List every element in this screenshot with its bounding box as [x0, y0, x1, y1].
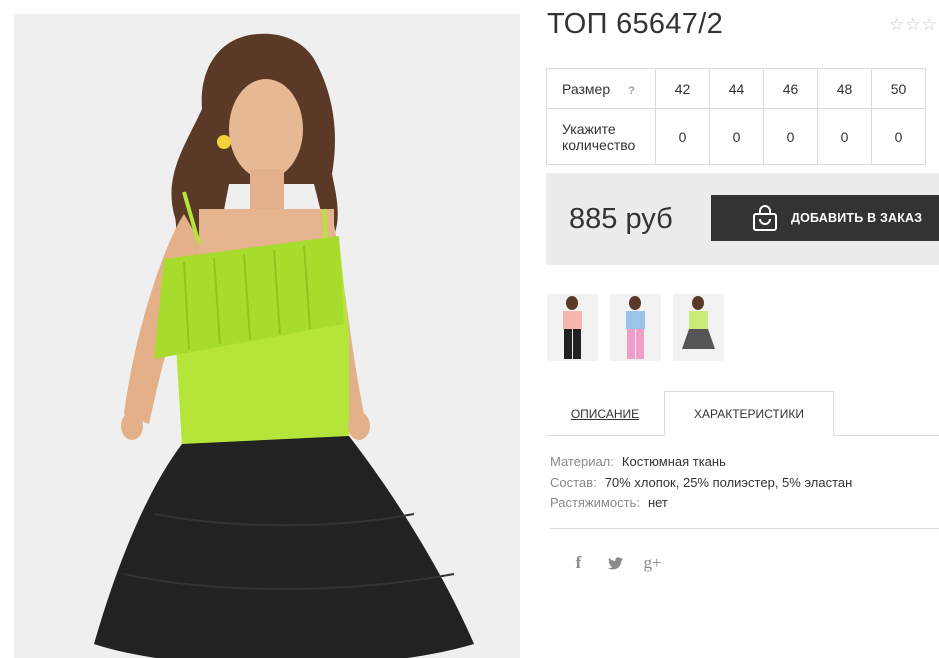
characteristic-key: Растяжимость:	[550, 495, 640, 510]
add-to-order-button[interactable]: ДОБАВИТЬ В ЗАКАЗ	[711, 195, 939, 241]
star-icon[interactable]: ☆	[922, 16, 937, 33]
quantity-input-46[interactable]: 0	[763, 108, 818, 165]
characteristic-value: 70% хлопок, 25% полиэстер, 5% эластан	[604, 474, 853, 490]
characteristic-key: Материал:	[550, 454, 614, 469]
help-icon[interactable]: ?	[628, 85, 635, 97]
shopping-bag-icon	[753, 205, 777, 231]
characteristic-value: нет	[647, 495, 668, 510]
thumbnail-pink-image	[547, 294, 598, 361]
size-row: Размер? 42 44 46 48 50	[546, 68, 926, 109]
tab-description[interactable]: ОПИСАНИЕ	[546, 391, 664, 436]
tab-characteristics[interactable]: ХАРАКТЕРИСТИКИ	[664, 391, 834, 436]
size-quantity-table: Размер? 42 44 46 48 50 Укажите количеств…	[546, 68, 926, 165]
characteristic-key: Состав:	[550, 474, 597, 490]
characteristics-list: Материал: Костюмная ткань Состав: 70% хл…	[550, 454, 852, 516]
characteristic-value: Костюмная ткань	[621, 454, 726, 469]
quantity-label-line2: количество	[562, 136, 636, 153]
quantity-input-42[interactable]: 0	[655, 108, 710, 165]
size-label: Размер	[562, 80, 611, 97]
characteristic-row: Материал: Костюмная ткань	[550, 454, 852, 475]
thumbnail-lime[interactable]	[673, 294, 724, 361]
product-tabs: ОПИСАНИЕ ХАРАКТЕРИСТИКИ	[546, 391, 939, 436]
thumbnail-blue[interactable]	[610, 294, 661, 361]
product-rating[interactable]: ☆ ☆ ☆	[889, 16, 937, 33]
twitter-icon[interactable]	[597, 552, 634, 574]
product-price: 885 руб	[569, 203, 673, 235]
add-to-order-label: ДОБАВИТЬ В ЗАКАЗ	[791, 211, 923, 225]
size-cell: 50	[871, 68, 926, 109]
quantity-label-line1: Укажите	[562, 120, 616, 137]
product-main-photo[interactable]	[14, 14, 520, 658]
quantity-input-44[interactable]: 0	[709, 108, 764, 165]
characteristic-row: Растяжимость: нет	[550, 495, 852, 516]
size-cell: 44	[709, 68, 764, 109]
product-photo-illustration	[14, 14, 520, 658]
size-header-cell: Размер?	[546, 68, 656, 109]
thumbnail-pink[interactable]	[547, 294, 598, 361]
quantity-input-48[interactable]: 0	[817, 108, 872, 165]
social-share: f g+	[560, 552, 671, 574]
thumbnail-blue-image	[610, 294, 661, 361]
google-plus-icon[interactable]: g+	[634, 552, 671, 574]
quantity-row: Укажите количество 0 0 0 0 0	[546, 108, 926, 165]
size-cell: 46	[763, 68, 818, 109]
quantity-header-cell: Укажите количество	[546, 108, 656, 165]
product-title: ТОП 65647/2	[547, 8, 723, 40]
size-cell: 48	[817, 68, 872, 109]
price-panel: 885 руб ДОБАВИТЬ В ЗАКАЗ	[546, 173, 939, 265]
characteristic-row: Состав: 70% хлопок, 25% полиэстер, 5% эл…	[550, 475, 852, 496]
star-icon[interactable]: ☆	[905, 16, 920, 33]
size-cell: 42	[655, 68, 710, 109]
section-divider	[550, 528, 939, 529]
quantity-input-50[interactable]: 0	[871, 108, 926, 165]
star-icon[interactable]: ☆	[889, 16, 904, 33]
twitter-bird-shape	[608, 556, 623, 569]
facebook-icon[interactable]: f	[560, 552, 597, 574]
thumbnail-lime-image	[673, 294, 724, 361]
color-thumbnails	[547, 294, 724, 361]
